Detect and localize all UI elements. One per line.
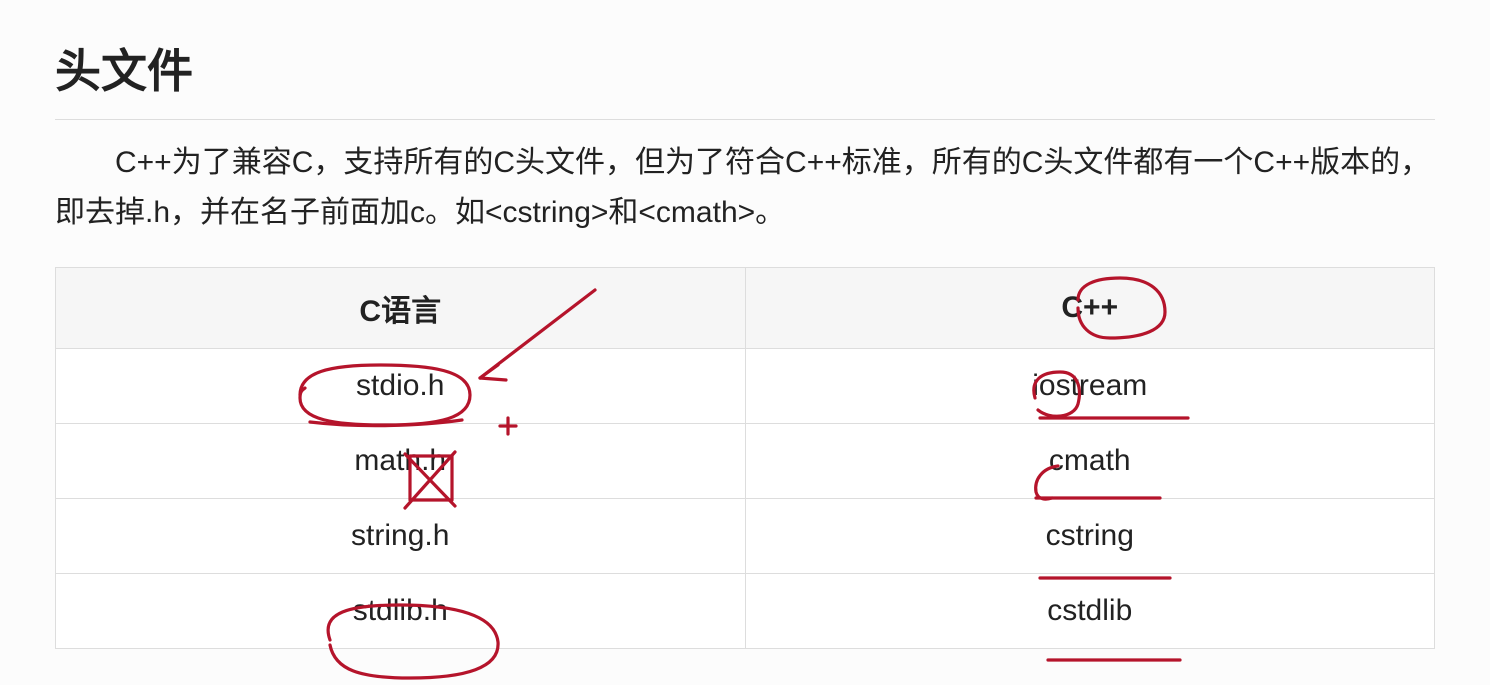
table-header-c: C语言 — [56, 268, 746, 349]
table-cell: cstdlib — [745, 574, 1435, 649]
table-header-row: C语言 C++ — [56, 268, 1435, 349]
section-paragraph: C++为了兼容C，支持所有的C头文件，但为了符合C++标准，所有的C头文件都有一… — [55, 138, 1435, 237]
table-header-cpp: C++ — [745, 268, 1435, 349]
table-cell: string.h — [56, 499, 746, 574]
table-cell: iostream — [745, 349, 1435, 424]
table-cell: math.h — [56, 424, 746, 499]
table-cell: cstring — [745, 499, 1435, 574]
table-row: string.h cstring — [56, 499, 1435, 574]
table-row: stdio.h iostream — [56, 349, 1435, 424]
headers-table: C语言 C++ stdio.h iostream math.h cmath st… — [55, 267, 1435, 649]
document-page: 头文件 C++为了兼容C，支持所有的C头文件，但为了符合C++标准，所有的C头文… — [0, 0, 1490, 649]
table-cell: stdio.h — [56, 349, 746, 424]
section-title: 头文件 — [55, 35, 1435, 120]
table-row: stdlib.h cstdlib — [56, 574, 1435, 649]
table-row: math.h cmath — [56, 424, 1435, 499]
table-cell: stdlib.h — [56, 574, 746, 649]
table-cell: cmath — [745, 424, 1435, 499]
